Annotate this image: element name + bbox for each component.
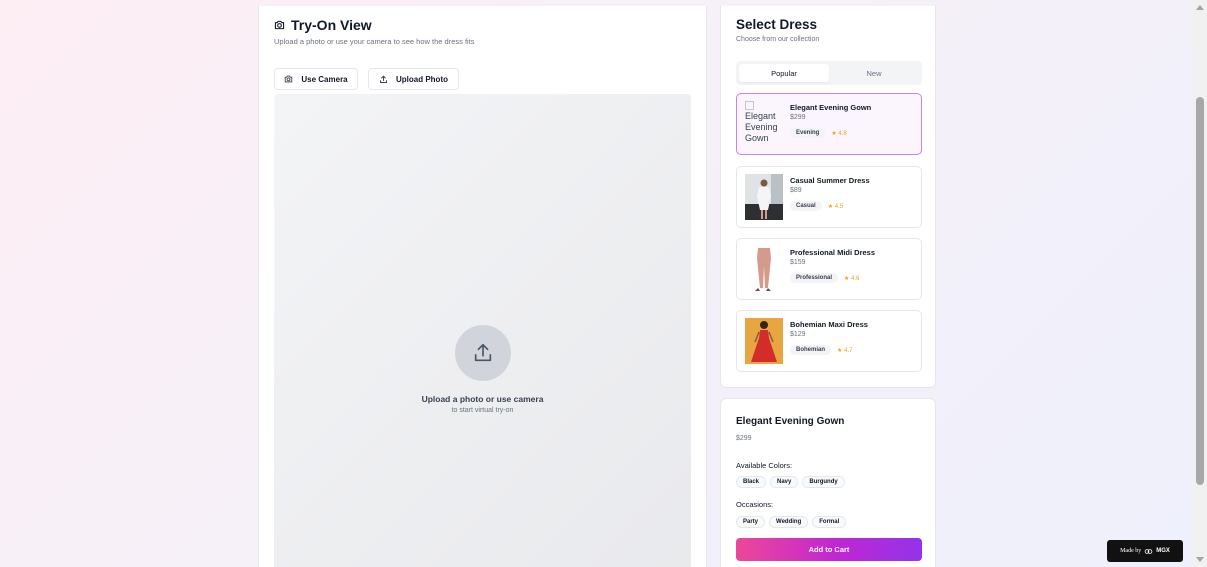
dress-name: Elegant Evening Gown bbox=[790, 103, 872, 112]
selected-dress-price: $299 bbox=[736, 435, 752, 442]
category-badge: Professional bbox=[790, 273, 839, 283]
color-chips: Black Navy Burgundy bbox=[736, 476, 845, 488]
upload-photo-label: Upload Photo bbox=[396, 74, 448, 84]
rating: ★ 4.8 bbox=[831, 130, 847, 137]
try-on-title: Try-On View bbox=[291, 17, 372, 33]
dress-meta: Professional ★ 4.6 bbox=[790, 273, 859, 283]
broken-image-icon bbox=[745, 101, 754, 110]
category-badge: Evening bbox=[790, 128, 826, 138]
dress-name: Professional Midi Dress bbox=[790, 248, 876, 257]
color-chip-navy[interactable]: Navy bbox=[770, 476, 799, 488]
category-badge: Casual bbox=[790, 201, 822, 211]
select-dress-subtitle: Choose from our collection bbox=[736, 36, 820, 43]
dress-details-panel: Elegant Evening Gown $299 Available Colo… bbox=[720, 398, 936, 567]
add-to-cart-button[interactable]: Add to Cart bbox=[736, 538, 922, 561]
made-by-brand: MGX bbox=[1156, 548, 1170, 554]
scroll-down-arrow-icon[interactable] bbox=[1196, 557, 1204, 562]
dress-meta: Bohemian ★ 4.7 bbox=[790, 345, 852, 355]
color-chip-black[interactable]: Black bbox=[736, 476, 767, 488]
upload-icon bbox=[474, 343, 492, 362]
scrollbar-thumb[interactable] bbox=[1196, 97, 1204, 485]
dress-price: $159 bbox=[790, 259, 806, 266]
upload-dropzone[interactable]: Upload a photo or use camera to start vi… bbox=[274, 94, 691, 567]
dress-item-casual-summer-dress[interactable]: Casual Summer Dress $89 Casual ★ 4.5 bbox=[736, 166, 922, 228]
dress-meta: Evening ★ 4.8 bbox=[790, 128, 847, 138]
dress-meta: Casual ★ 4.5 bbox=[790, 201, 843, 211]
dress-name: Casual Summer Dress bbox=[790, 176, 870, 185]
tab-popular[interactable]: Popular bbox=[739, 64, 829, 82]
dress-name: Bohemian Maxi Dress bbox=[790, 320, 868, 329]
page-scrollbar[interactable] bbox=[1193, 0, 1207, 567]
upload-photo-button[interactable]: Upload Photo bbox=[368, 68, 459, 90]
camera-icon bbox=[285, 75, 293, 83]
dress-thumbnail-image bbox=[745, 174, 783, 220]
occasions-label: Occasions: bbox=[736, 500, 774, 509]
try-on-header: Try-On View bbox=[274, 17, 372, 33]
tab-new[interactable]: New bbox=[829, 64, 919, 82]
occasion-chip-party[interactable]: Party bbox=[736, 516, 766, 528]
dress-thumbnail-image bbox=[745, 246, 783, 292]
mgx-logo-icon bbox=[1144, 548, 1153, 554]
dress-item-professional-midi-dress[interactable]: Professional Midi Dress $159 Professiona… bbox=[736, 238, 922, 300]
select-dress-title: Select Dress bbox=[736, 17, 818, 32]
category-badge: Bohemian bbox=[790, 345, 832, 355]
dress-image-alt: Elegant Evening Gown bbox=[745, 111, 778, 143]
upload-subprompt: to start virtual try-on bbox=[451, 407, 514, 414]
dress-price: $129 bbox=[790, 331, 806, 338]
dress-thumbnail-image bbox=[745, 318, 783, 364]
collection-tabs: Popular New bbox=[736, 61, 922, 85]
made-by-prefix: Made by bbox=[1120, 548, 1142, 554]
use-camera-label: Use Camera bbox=[301, 74, 348, 84]
rating: ★ 4.6 bbox=[844, 275, 860, 282]
made-by-badge[interactable]: Made by MGX bbox=[1107, 540, 1183, 562]
use-camera-button[interactable]: Use Camera bbox=[274, 68, 358, 90]
camera-icon bbox=[274, 20, 285, 30]
occasion-chip-formal[interactable]: Formal bbox=[812, 516, 847, 528]
try-on-panel: Try-On View Upload a photo or use your c… bbox=[258, 6, 707, 567]
occasion-chip-wedding[interactable]: Wedding bbox=[769, 516, 809, 528]
scroll-up-arrow-icon[interactable] bbox=[1196, 5, 1204, 10]
dress-item-elegant-evening-gown[interactable]: Elegant Evening Gown Elegant Evening Gow… bbox=[736, 93, 922, 155]
upload-icon-circle[interactable] bbox=[455, 325, 511, 381]
rating: ★ 4.5 bbox=[827, 203, 844, 210]
color-chip-burgundy[interactable]: Burgundy bbox=[802, 476, 845, 488]
dress-price: $89 bbox=[790, 187, 802, 194]
upload-prompt: Upload a photo or use camera bbox=[421, 394, 544, 404]
occasion-chips: Party Wedding Formal bbox=[736, 516, 847, 528]
dress-image-broken: Elegant Evening Gown bbox=[745, 101, 783, 147]
dress-item-bohemian-maxi-dress[interactable]: Bohemian Maxi Dress $129 Bohemian ★ 4.7 bbox=[736, 310, 922, 372]
dress-price: $299 bbox=[790, 114, 806, 121]
selected-dress-name: Elegant Evening Gown bbox=[736, 416, 845, 427]
upload-icon bbox=[380, 74, 387, 83]
try-on-subtitle: Upload a photo or use your camera to see… bbox=[274, 37, 475, 46]
rating: ★ 4.7 bbox=[837, 347, 853, 354]
select-dress-panel: Select Dress Choose from our collection … bbox=[720, 6, 936, 388]
colors-label: Available Colors: bbox=[736, 461, 793, 470]
